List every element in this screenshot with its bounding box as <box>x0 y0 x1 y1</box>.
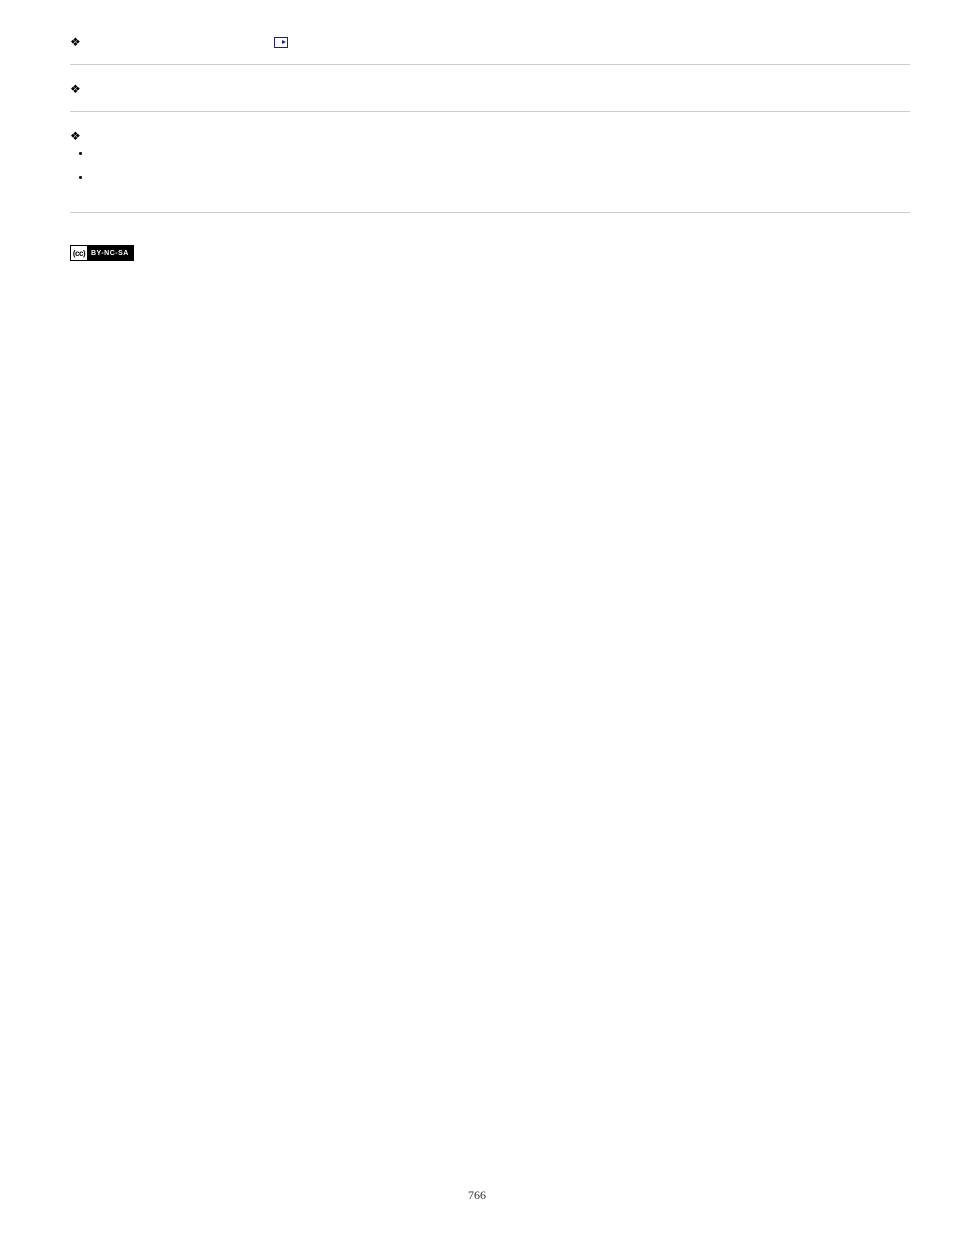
section-1-row: ❖ <box>70 36 910 48</box>
cc-license-badge: (cc) BY-NC-SA <box>70 245 134 261</box>
list-item <box>92 172 910 188</box>
cc-license-terms: BY-NC-SA <box>87 246 133 260</box>
list-item <box>92 148 910 164</box>
diamond-bullet-icon: ❖ <box>70 83 84 95</box>
section-3: ❖ <box>70 130 910 213</box>
section-2: ❖ <box>70 83 910 112</box>
section-3-row: ❖ <box>70 130 910 142</box>
page-number: 766 <box>0 1188 954 1203</box>
cc-badge-inner: (cc) BY-NC-SA <box>71 246 133 260</box>
section-2-row: ❖ <box>70 83 910 95</box>
diamond-bullet-icon: ❖ <box>70 36 84 48</box>
section-1: ❖ <box>70 36 910 65</box>
document-page: ❖ ❖ ❖ (cc) BY-NC-SA 766 <box>0 0 954 1235</box>
spacer <box>84 42 274 43</box>
diamond-bullet-icon: ❖ <box>70 130 84 142</box>
video-icon <box>274 37 288 48</box>
cc-logo-icon: (cc) <box>71 246 87 260</box>
section-3-sublist <box>70 148 910 188</box>
